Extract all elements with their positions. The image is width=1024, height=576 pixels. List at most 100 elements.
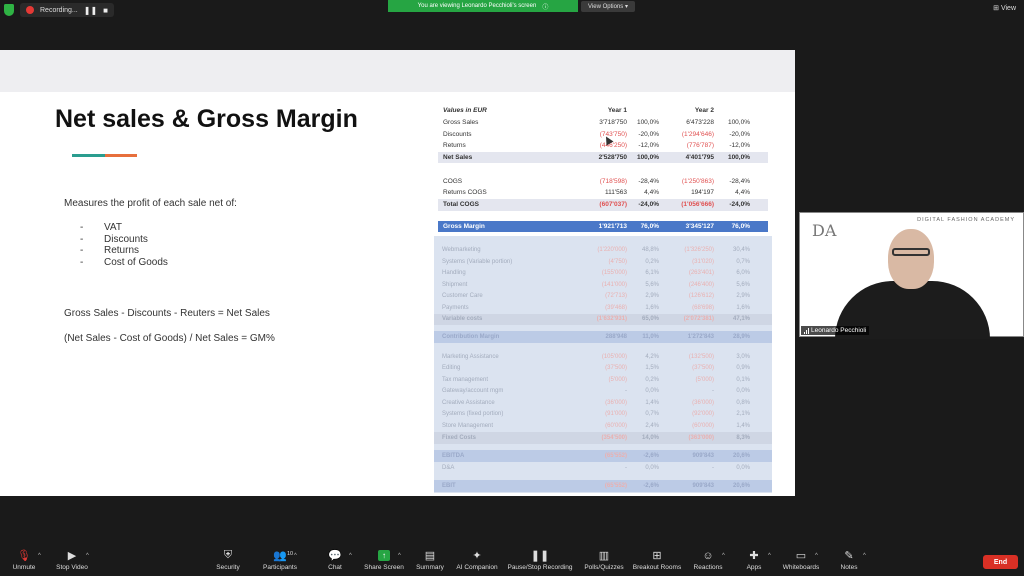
polls-quizzes-button[interactable]: ▥ Polls/Quizzes <box>579 550 629 571</box>
faded-table-row: Shipment (141'000) 5,6% (246'400) 5,6% <box>442 281 750 288</box>
share-screen-label: Share Screen <box>364 564 404 571</box>
faded-table-row: Creative Assistance (36'000) 1,4% (36'000) 0… <box>442 399 750 406</box>
table-row: Returns (446'250) -12,0% (776'787) -12,0% <box>443 142 750 150</box>
chevron-up-icon[interactable]: ^ <box>815 553 818 559</box>
view-label: View <box>1000 5 1016 12</box>
faded-table-row: D&A -0,0% -0,0% <box>442 464 750 471</box>
speaker-name: Leonardo Pecchioli <box>811 327 867 334</box>
faded-table-row: Systems (fixed portion) (91'000) 0,7% (92'0… <box>442 411 750 418</box>
notes-label: Notes <box>840 564 858 571</box>
reactions-button[interactable]: ☺ Reactions <box>683 549 733 572</box>
bullet-list: - VAT - Discounts - Returns - Cost of Goods <box>80 222 168 268</box>
participants-button[interactable]: 👥 Participants 10 <box>255 550 305 571</box>
table-row-gross-margin: Gross Margin 1'921'713 76,0% 3'345'127 76,0% <box>438 220 768 233</box>
academy-logo: DA <box>812 221 837 240</box>
pause-stop-icon: ❚❚ <box>530 550 550 562</box>
apps-button[interactable]: ✚ Apps <box>729 550 779 571</box>
reactions-label: Reactions <box>693 564 723 571</box>
share-screen-button[interactable]: ↑ Share Screen <box>359 550 409 571</box>
recording-indicator: Recording... ❚❚ ■ <box>4 3 114 17</box>
chat-label: Chat <box>328 564 342 571</box>
summary-label: Summary <box>416 564 444 571</box>
stop-icon[interactable]: ■ <box>103 6 108 15</box>
ai-companion-label: AI Companion <box>456 564 498 571</box>
table-header-row: Values in EUR Year 1 Year 2 <box>438 105 768 117</box>
whiteboards-button[interactable]: ▭ Whiteboards <box>776 550 826 571</box>
view-options-label: View Options <box>588 3 624 10</box>
slide-title: Net sales & Gross Margin <box>55 105 358 133</box>
faded-table-row: Fixed Costs (354'500) 14,0% (363'000) 8,3% <box>434 432 772 444</box>
chevron-up-icon[interactable]: ^ <box>398 553 401 559</box>
share-screen-icon: ↑ <box>378 550 390 561</box>
notes-button[interactable]: ✎ Notes <box>824 550 874 571</box>
people-icon: 👥 <box>273 550 287 562</box>
whiteboards-label: Whiteboards <box>782 564 820 571</box>
sparkle-icon: ✦ <box>472 550 482 562</box>
table-spacer <box>438 163 768 175</box>
header-year2: Year 2 <box>694 107 714 115</box>
faded-table-row: Variable costs (1'632'931) 65,0% (2'072'381… <box>434 313 772 325</box>
mic-off-icon: 🎙 <box>17 550 31 562</box>
security-button[interactable]: ⛨ Security <box>203 549 253 571</box>
academy-brand: DIGITAL FASHION ACADEMY <box>917 217 1015 223</box>
faded-table-row: Marketing Assistance (105'000) 4,2% (132'50… <box>442 353 750 360</box>
person-head <box>888 229 934 289</box>
shield-icon[interactable] <box>4 4 14 16</box>
record-icon <box>26 6 34 14</box>
header-values-label: Values in EUR <box>443 107 487 115</box>
participant-count: 10 <box>287 551 294 557</box>
table-row-net-sales: Net Sales 2'528'750 100,0% 4'401'795 100,0% <box>438 151 768 164</box>
recording-controls: Recording... ❚❚ ■ <box>20 3 114 17</box>
table-row: COGS (718'598) -28,4% (1'250'863) -28,4% <box>443 177 750 185</box>
ai-companion-button[interactable]: ✦ AI Companion <box>452 550 502 571</box>
grid-view-icon: ⊞ <box>993 5 999 12</box>
speaker-video[interactable]: DA DIGITAL FASHION ACADEMY Leonardo Pecc… <box>799 212 1024 339</box>
faded-table-row: Webmarketing (1'220'000) 48,8% (1'326'250) 3… <box>442 246 750 253</box>
summary-button[interactable]: ▤ Summary <box>405 550 455 571</box>
faded-table-row: Handling (155'000) 6,1% (263'401) 6,0% <box>442 270 750 277</box>
pause-stop-recording-button[interactable]: ❚❚ Pause/Stop Recording <box>507 550 572 571</box>
chevron-up-icon[interactable]: ^ <box>768 553 771 559</box>
faded-table-row: Payments (39'468) 1,6% (68'698) 1,6% <box>442 304 750 311</box>
faded-table-row: Systems (Variable portion) (4'750) 0,2% (31… <box>442 258 750 265</box>
formula-net-sales: Gross Sales - Discounts - Reuters = Net … <box>64 308 270 319</box>
stop-video-label: Stop Video <box>56 564 88 571</box>
slide-header-band <box>0 50 795 92</box>
stop-video-button[interactable]: ▶ Stop Video <box>47 550 97 571</box>
chevron-up-icon[interactable]: ^ <box>38 553 41 559</box>
faded-table-row: Store Management (60'000) 2,4% (60'000) 1,4% <box>442 422 750 429</box>
grid-icon: ⊞ <box>652 550 662 562</box>
faded-table-row: EBITDA (65'552) -2,6% 909'843 20,6% <box>434 450 772 462</box>
participants-label: Participants <box>263 564 297 571</box>
faded-table-row: Customer Care (72'713) 2,9% (126'612) 2,9% <box>442 293 750 300</box>
end-button[interactable]: End <box>983 555 1018 569</box>
chevron-up-icon[interactable]: ^ <box>86 553 89 559</box>
security-label: Security <box>216 564 240 571</box>
chat-button[interactable]: 💬 Chat <box>310 550 360 571</box>
view-button[interactable]: ⊞ View <box>993 4 1016 12</box>
pause-icon[interactable]: ❚❚ <box>84 6 97 15</box>
chevron-up-icon[interactable]: ^ <box>349 553 352 559</box>
glasses <box>892 248 930 256</box>
table-row: Gross Sales 3'718'750 100,0% 6'473'228 100,0… <box>443 119 750 127</box>
top-bar: Recording... ❚❚ ■ You are viewing Leonar… <box>0 0 1024 20</box>
info-icon[interactable]: ⓘ <box>542 2 548 11</box>
viewing-label: You are viewing Leonardo Pecchioli's scr… <box>417 3 537 9</box>
chevron-up-icon[interactable]: ^ <box>863 553 866 559</box>
pause-stop-recording-label: Pause/Stop Recording <box>507 564 573 571</box>
view-options-button[interactable]: View Options ▾ <box>581 1 635 12</box>
chevron-up-icon[interactable]: ^ <box>722 553 725 559</box>
meeting-toolbar: 🎙 Unmute ^ ▶ Stop Video ^ ⛨ Security 👥 Participan… <box>0 546 1024 576</box>
video-camera-icon: ▶ <box>67 550 77 562</box>
faded-table-row: EBIT (65'552) -2,6% 909'843 20,6% <box>434 480 772 492</box>
chevron-up-icon[interactable]: ^ <box>294 553 297 559</box>
notes-icon: ✎ <box>844 550 854 562</box>
recording-label: Recording... <box>40 6 78 14</box>
summary-icon: ▤ <box>424 550 436 562</box>
unmute-button[interactable]: 🎙 Unmute <box>0 550 49 571</box>
faded-table-row: Gateway/account mgm -0,0% -0,0% <box>442 388 750 395</box>
breakout-rooms-button[interactable]: ⊞ Breakout Rooms <box>632 550 682 571</box>
smiley-icon: ☺ <box>702 549 714 562</box>
bullet-item: - VAT <box>80 222 122 233</box>
faded-table-row: Tax management (5'000) 0,2% (5'000) 0,1% <box>442 376 750 383</box>
